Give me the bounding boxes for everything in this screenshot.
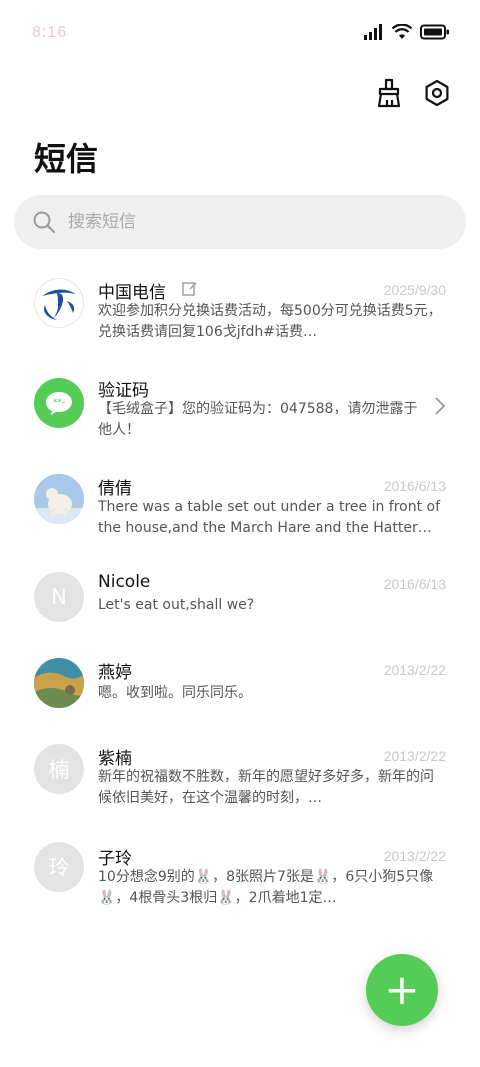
contact-name: 中国电信	[98, 283, 166, 303]
page-title: 短信	[34, 140, 99, 178]
message-row-china-telecom[interactable]: 中国电信 2025/9/30 欢迎参加积分兑换话费活动，每500分可兑换话费5元…	[0, 262, 480, 358]
settings-button[interactable]	[422, 78, 452, 108]
china-telecom-logo-icon	[42, 289, 76, 320]
status-time: 8:16	[32, 24, 68, 41]
search-bar[interactable]	[14, 195, 466, 249]
avatar	[34, 658, 84, 708]
polar-bear-photo	[34, 474, 84, 524]
contact-name: 验证码	[98, 381, 149, 401]
message-row-zinan[interactable]: 楠 紫楠 2013/2/22 新年的祝福数不胜数，新年的愿望好多好多，新年的问候…	[0, 728, 480, 824]
message-date: 2016/6/13	[383, 576, 446, 592]
message-date: 2013/2/22	[383, 748, 446, 764]
plus-icon: +	[384, 965, 420, 1014]
contact-name: Nicole	[98, 572, 151, 592]
search-icon	[33, 211, 56, 234]
avatar: **-	[34, 378, 84, 428]
settings-hex-icon	[425, 79, 449, 107]
search-input[interactable]	[68, 212, 428, 232]
message-preview: Let's eat out,shall we?	[98, 597, 255, 613]
avatar: N	[34, 572, 84, 622]
avatar: 楠	[34, 744, 84, 794]
message-row-yanting[interactable]: 燕婷 2013/2/22 嗯。收到啦。同乐同乐。	[0, 642, 480, 726]
message-row-qianqian[interactable]: 倩倩 2016/6/13 There was a table set out u…	[0, 458, 480, 554]
edit-icon	[182, 282, 197, 296]
contact-name: 倩倩	[98, 479, 132, 499]
contact-name: 子玲	[98, 849, 132, 869]
clean-button[interactable]	[374, 78, 404, 108]
signal-icon	[364, 24, 382, 40]
landscape-photo	[34, 658, 84, 708]
battery-icon	[420, 24, 449, 40]
wifi-icon	[392, 24, 412, 39]
new-message-button[interactable]: +	[366, 954, 438, 1026]
message-preview: 10分想念9别的🐰，8张照片7张是🐰，6只小狗5只像🐰，4根骨头3根归🐰，2爪着…	[98, 869, 434, 906]
status-icons	[364, 24, 450, 40]
message-preview: 【毛绒盒子】您的验证码为：047588，请勿泄露于他人！	[98, 401, 418, 438]
message-date: 2025/9/30	[383, 282, 446, 298]
contact-name: 紫楠	[98, 749, 132, 769]
message-row-nicole[interactable]: N Nicole 2016/6/13 Let's eat out,shall w…	[0, 556, 480, 640]
contact-name: 燕婷	[98, 663, 132, 683]
message-preview: 嗯。收到啦。同乐同乐。	[98, 685, 252, 701]
message-row-verification-code[interactable]: **- 验证码 【毛绒盒子】您的验证码为：047588，请勿泄露于他人！	[0, 360, 480, 456]
avatar	[34, 474, 84, 524]
message-date: 2016/6/13	[383, 478, 446, 494]
message-date: 2013/2/22	[383, 848, 446, 864]
top-actions	[374, 78, 452, 108]
broom-icon	[377, 78, 401, 108]
status-bar: 8:16	[0, 0, 480, 66]
message-bubble-icon: **-	[46, 392, 72, 415]
avatar: 玲	[34, 842, 84, 892]
message-date: 2013/2/22	[383, 662, 446, 678]
message-preview: 欢迎参加积分兑换话费活动，每500分可兑换话费5元，兑换话费请回复106戈jfd…	[98, 303, 442, 340]
message-preview: There was a table set out under a tree i…	[98, 499, 441, 536]
avatar	[34, 278, 84, 328]
message-row-ziling[interactable]: 玲 子玲 2013/2/22 10分想念9别的🐰，8张照片7张是🐰，6只小狗5只…	[0, 828, 480, 924]
chevron-right-icon	[435, 397, 446, 415]
message-preview: 新年的祝福数不胜数，新年的愿望好多好多，新年的问候依旧美好，在这个温馨的时刻，…	[98, 769, 434, 806]
svg-text:**-: **-	[53, 398, 65, 408]
